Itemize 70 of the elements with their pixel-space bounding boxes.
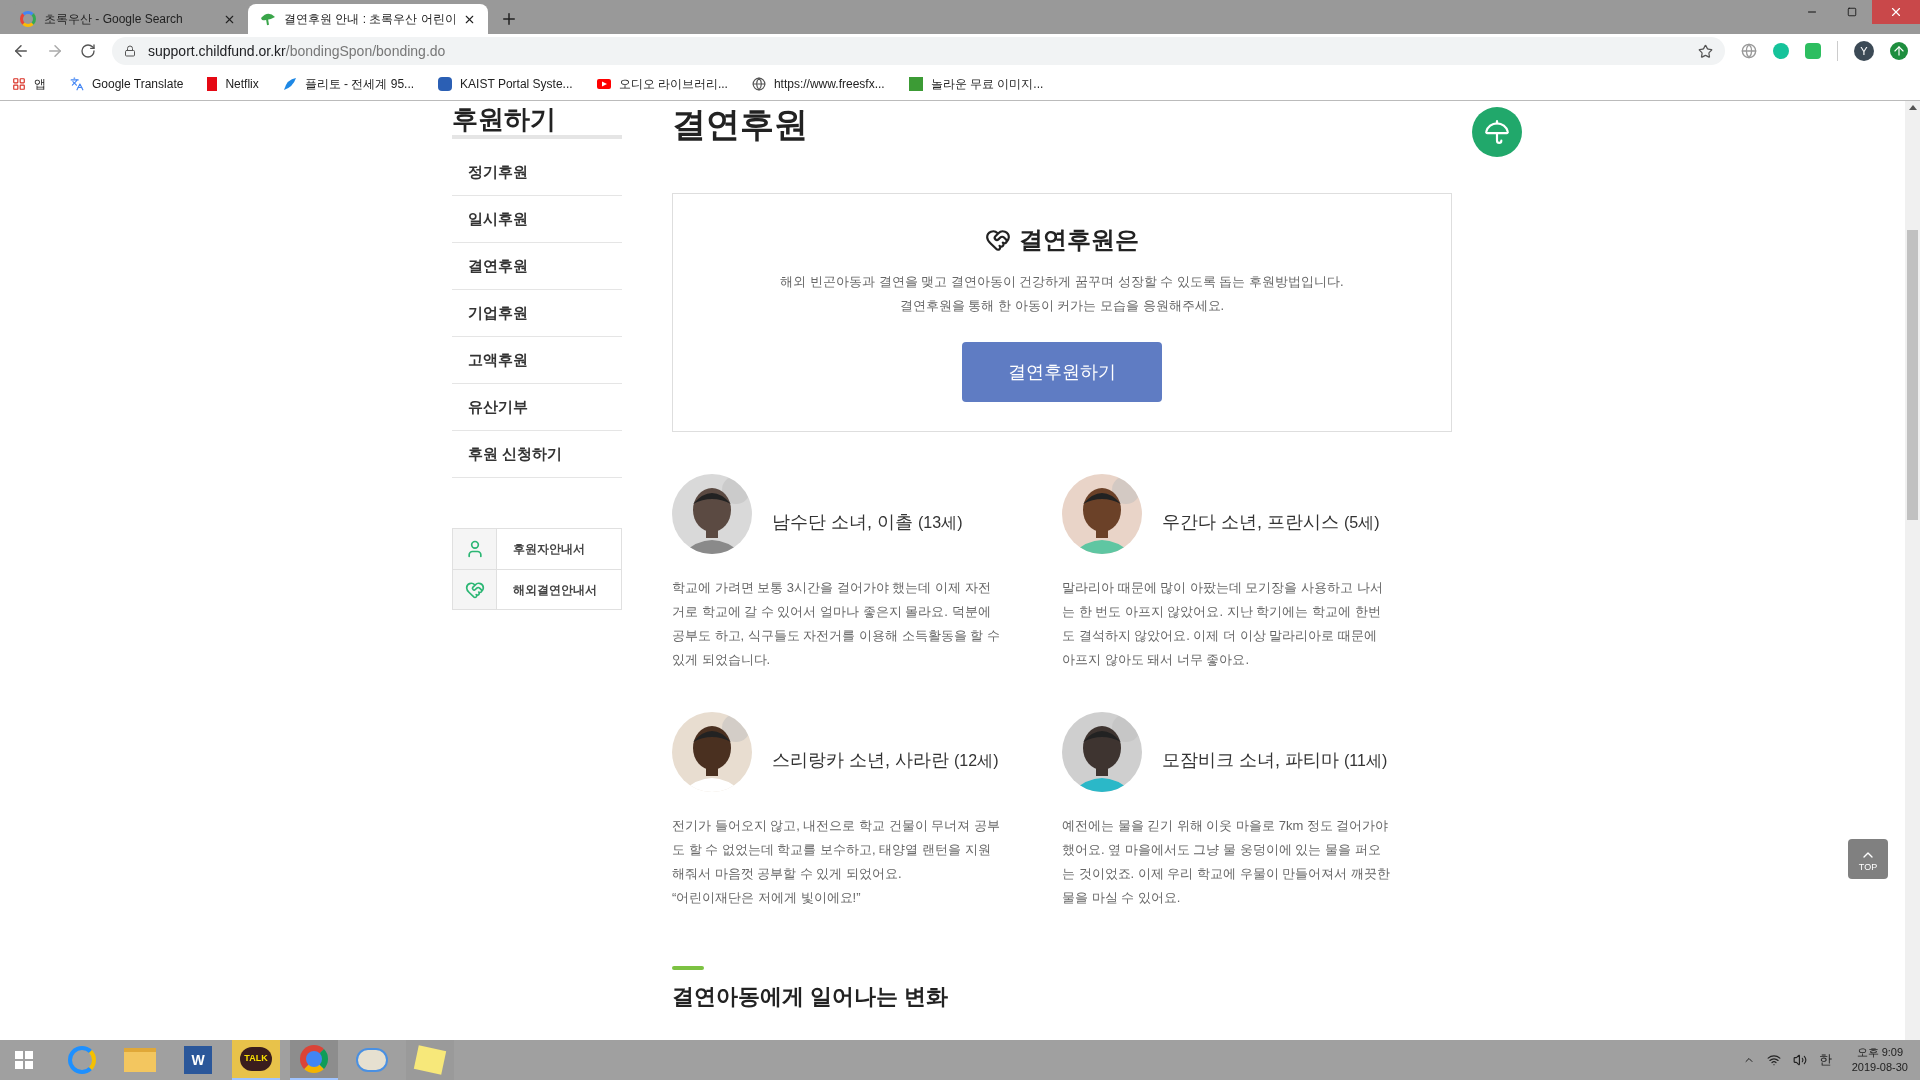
child-name: 남수단 소녀, 이촐 (13세) xyxy=(772,510,963,534)
heart-handshake-icon xyxy=(464,579,485,600)
sidebar-item[interactable]: 후원 신청하기 xyxy=(452,431,622,478)
bookmark-item[interactable]: 오디오 라이브러리... xyxy=(596,75,736,93)
close-window-button[interactable] xyxy=(1872,0,1920,24)
sidebar-item[interactable]: 고액후원 xyxy=(452,337,622,384)
volume-icon[interactable] xyxy=(1792,1053,1807,1067)
scrollbar-thumb[interactable] xyxy=(1907,230,1918,520)
guide-link[interactable]: 해외결연안내서 xyxy=(453,569,621,609)
story-text: 전기가 들어오지 않고, 내전으로 학교 건물이 무너져 공부 도 할 수 없었는데 학교를 보수하고, 태양열 랜턴을 지원 해줘서 마음껏 공부할 수 있게 되었어요. “어린이재단은 저에게 빛이에요!” xyxy=(672,817,1001,907)
bookmark-star-icon[interactable] xyxy=(1698,43,1713,59)
scroll-up-icon[interactable] xyxy=(1908,105,1917,110)
bookmark-item[interactable]: 놀라운 무료 이미지... xyxy=(908,75,1052,93)
bookmark-item[interactable]: 플리토 - 전세계 95... xyxy=(282,75,423,93)
bookmark-item[interactable]: Google Translate xyxy=(70,75,192,93)
bird-icon xyxy=(282,77,297,91)
restore-icon[interactable] xyxy=(1847,7,1857,17)
intro-text: 해외 빈곤아동과 결연을 맺고 결연아동이 건강하게 꿈꾸며 성장할 수 있도록 돕는 후원방법입니다. 결연후원을 통해 한 아동이 커가는 모습을 응원해주세요. xyxy=(780,273,1344,315)
browser-tab[interactable]: 결연후원 안내 : 초록우산 어린이 xyxy=(248,4,488,34)
close-icon xyxy=(1889,5,1903,19)
sticky-notes-icon[interactable] xyxy=(406,1040,454,1080)
play-icon xyxy=(596,79,611,89)
chat-app-icon[interactable]: TALK xyxy=(232,1040,280,1080)
bookmark-item[interactable]: Netflix xyxy=(207,75,267,93)
story-text: 예전에는 물을 긷기 위해 이웃 마을로 7km 정도 걸어가야 했어요. 옆 마을에서도 그냥 물 웅덩이에 있는 물을 퍼오 는 것이었죠. 이제 우리 학교에 우물이 만들어져서 깨끗한 물을 마실 수 있어요. xyxy=(1062,817,1391,907)
sidebar-item[interactable]: 일시후원 xyxy=(452,196,622,243)
clock[interactable]: 오후 9:09 2019-08-30 xyxy=(1851,1045,1908,1075)
network-icon[interactable] xyxy=(1766,1053,1781,1067)
sidebar-item[interactable]: 기업후원 xyxy=(452,290,622,337)
bookmark-item[interactable]: KAIST Portal Syste... xyxy=(438,75,581,93)
umbrella-button[interactable] xyxy=(1472,107,1522,157)
section-title: 결연아동에게 일어나는 변화 xyxy=(672,983,950,1011)
accent-bar xyxy=(672,966,704,970)
apps-icon xyxy=(12,77,26,91)
leaf-icon xyxy=(260,12,276,26)
forward-icon[interactable] xyxy=(46,42,64,60)
child-name: 모잠비크 소녀, 파티마 (11세) xyxy=(1162,748,1388,772)
upload-icon[interactable] xyxy=(1890,42,1908,60)
back-icon[interactable] xyxy=(12,42,30,60)
sidebar-item[interactable]: 유산기부 xyxy=(452,384,622,431)
tab-title: 초록우산 - Google Search xyxy=(44,11,184,28)
reload-icon[interactable] xyxy=(80,43,96,59)
profile-avatar[interactable]: Y xyxy=(1854,41,1874,61)
globe-icon xyxy=(751,77,766,91)
sidebar-item[interactable]: 결연후원 xyxy=(452,243,622,290)
ime-indicator[interactable]: 한 xyxy=(1818,1050,1832,1070)
child-name: 스리랑카 소년, 사라란 (12세) xyxy=(772,748,999,772)
child-name: 우간다 소년, 프란시스 (5세) xyxy=(1162,510,1380,534)
google-icon xyxy=(20,11,36,27)
chrome-icon[interactable] xyxy=(290,1040,338,1080)
umbrella-icon xyxy=(1484,119,1510,145)
page-heading: 결연후원 xyxy=(672,104,808,145)
new-tab-icon[interactable] xyxy=(500,10,518,28)
sponsor-button[interactable]: 결연후원하기 xyxy=(962,342,1162,402)
bookmark-item[interactable]: 앱 xyxy=(12,75,54,93)
lock-icon[interactable] xyxy=(124,45,136,57)
heart-handshake-icon xyxy=(985,227,1011,253)
translate-icon xyxy=(70,77,84,91)
guide-link[interactable]: 후원자안내서 xyxy=(453,529,621,569)
globe-icon[interactable] xyxy=(1741,43,1757,59)
sidebar-item[interactable]: 정기후원 xyxy=(452,149,622,196)
story-text: 말라리아 때문에 많이 아팠는데 모기장을 사용하고 나서 는 한 번도 아프지 않았어요. 지난 학기에는 학교에 한번 도 결석하지 않았어요. 이제 더 이상 말라리아로 때문에 아프지 않아도 돼서 너무 좋아요. xyxy=(1062,579,1384,669)
url-text: support.childfund.or.kr/bondingSpon/bonding.do xyxy=(148,41,446,61)
bookmark-item[interactable]: https://www.freesfx... xyxy=(751,75,893,93)
tab-title: 결연후원 안내 : 초록우산 어린이 xyxy=(284,11,455,28)
intro-title: 결연후원은 xyxy=(1019,225,1139,255)
top-button[interactable]: TOP xyxy=(1848,839,1888,879)
story-text: 학교에 가려면 보통 3시간을 걸어가야 했는데 이제 자전 거로 학교에 갈 수 있어서 얼마나 좋은지 몰라요. 덕분에 공부도 하고, 식구들도 자전거를 이용해 소득활동을 할 수 있게 되었습니다. xyxy=(672,579,1001,669)
address-field[interactable]: support.childfund.or.kr/bondingSpon/bonding.do xyxy=(112,37,1725,65)
sidebar-heading: 후원하기 xyxy=(452,103,556,135)
